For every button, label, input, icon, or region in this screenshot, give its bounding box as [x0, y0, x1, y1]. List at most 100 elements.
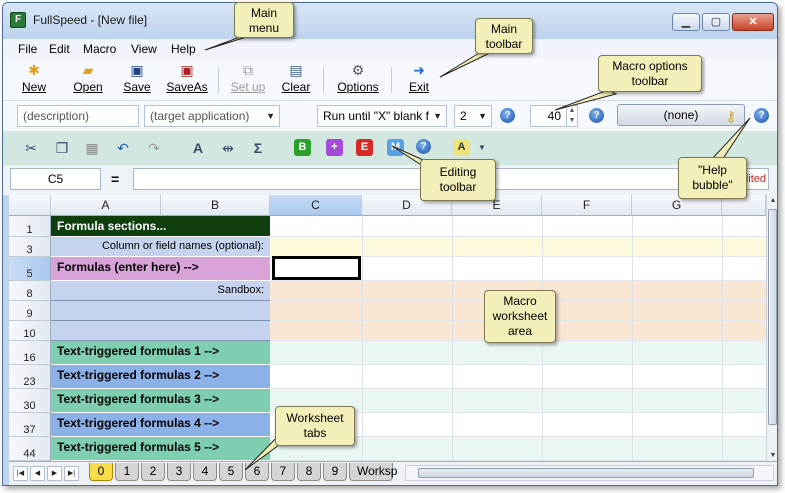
help-icon[interactable]: ?: [500, 108, 515, 123]
open-button[interactable]: ▰ Open: [68, 61, 108, 99]
paste-icon[interactable]: ▦: [83, 139, 101, 157]
section-label-cell[interactable]: Text-triggered formulas 4 -->: [51, 413, 270, 437]
exit-button[interactable]: ➜ Exit: [403, 61, 435, 99]
highlight-color-icon[interactable]: A: [453, 139, 470, 156]
row-cells[interactable]: [270, 341, 766, 365]
section-label-cell[interactable]: Sandbox:: [51, 281, 270, 301]
column-header-c[interactable]: C: [270, 195, 362, 216]
menu-file[interactable]: File: [18, 42, 37, 56]
chevron-down-icon[interactable]: ▼: [473, 139, 491, 157]
next-sheet-icon[interactable]: ▶: [47, 466, 62, 481]
title-bar: F FullSpeed - [New file] ▁ ▢ ✕: [3, 3, 777, 39]
column-header-a[interactable]: A: [51, 195, 161, 216]
column-width-icon[interactable]: ⇹: [219, 139, 237, 157]
setup-button[interactable]: ⧉ Set up: [225, 61, 271, 99]
section-label-cell[interactable]: Formulas (enter here) -->: [51, 257, 270, 281]
sheet-tab[interactable]: 5: [219, 463, 243, 481]
prev-sheet-icon[interactable]: ◀: [30, 466, 45, 481]
cut-icon[interactable]: ✂: [22, 139, 40, 157]
section-label-cell[interactable]: [51, 321, 270, 341]
row-cells[interactable]: [270, 365, 766, 389]
vertical-scrollbar[interactable]: ▲ ▼: [766, 195, 777, 461]
horizontal-scrollbar[interactable]: [405, 465, 774, 481]
section-m-icon[interactable]: M: [387, 139, 404, 156]
section-label-cell[interactable]: Text-triggered formulas 5 -->: [51, 437, 270, 461]
new-file-icon: ✱: [28, 62, 40, 78]
run-mode-select[interactable]: Run until "X" blank f ▼: [317, 105, 447, 127]
section-e-icon[interactable]: E: [356, 139, 373, 156]
sheet-tab[interactable]: Worksp: [349, 463, 397, 481]
selected-cell-c5[interactable]: [272, 256, 361, 280]
sheet-tab[interactable]: 9: [323, 463, 347, 481]
scroll-up-icon[interactable]: ▲: [767, 197, 777, 204]
sheet-tab[interactable]: 0: [89, 463, 113, 481]
scroll-thumb[interactable]: [768, 209, 777, 425]
clear-button[interactable]: ▤ Clear: [279, 61, 313, 99]
last-sheet-icon[interactable]: ▶|: [64, 466, 79, 481]
row-header[interactable]: 9: [9, 301, 51, 321]
help-icon[interactable]: ?: [416, 139, 431, 154]
close-button[interactable]: ✕: [732, 13, 774, 31]
sheet-tab[interactable]: 7: [271, 463, 295, 481]
description-input[interactable]: (description): [17, 105, 139, 127]
row-cells[interactable]: [270, 237, 766, 257]
row-cells[interactable]: [270, 216, 766, 237]
row-header[interactable]: 37: [9, 413, 51, 437]
section-label-cell[interactable]: Text-triggered formulas 1 -->: [51, 341, 270, 365]
scroll-down-icon[interactable]: ▼: [767, 452, 777, 459]
scroll-thumb[interactable]: [418, 468, 754, 478]
corner-header[interactable]: [9, 195, 51, 216]
row-header[interactable]: 8: [9, 281, 51, 301]
sheet-tab[interactable]: 2: [141, 463, 165, 481]
save-as-button[interactable]: ▣ SaveAs: [163, 61, 211, 99]
add-section-icon[interactable]: +: [326, 139, 343, 156]
sheet-tab[interactable]: 4: [193, 463, 217, 481]
section-label-cell[interactable]: Text-triggered formulas 3 -->: [51, 389, 270, 413]
undo-icon[interactable]: ↶: [114, 139, 132, 157]
row-header[interactable]: 10: [9, 321, 51, 341]
maximize-button[interactable]: ▢: [702, 13, 730, 31]
sheet-tab[interactable]: 8: [297, 463, 321, 481]
text-style-icon[interactable]: A: [189, 139, 207, 157]
repeat-count-select[interactable]: 2 ▼: [454, 105, 492, 127]
options-button[interactable]: ⚙ Options: [333, 61, 383, 99]
help-icon[interactable]: ?: [589, 108, 604, 123]
hotkey-button[interactable]: (none) ⚷: [617, 104, 745, 126]
target-application-select[interactable]: (target application) ▼: [144, 105, 280, 127]
first-sheet-icon[interactable]: |◀: [13, 466, 28, 481]
column-header-b[interactable]: B: [161, 195, 270, 216]
section-label-cell[interactable]: Text-triggered formulas 2 -->: [51, 365, 270, 389]
row-header[interactable]: 23: [9, 365, 51, 389]
menu-view[interactable]: View: [131, 42, 157, 56]
section-b-icon[interactable]: B: [294, 139, 311, 156]
sum-icon[interactable]: Σ: [249, 139, 267, 157]
row-header[interactable]: 3: [9, 237, 51, 257]
row-header[interactable]: 30: [9, 389, 51, 413]
sheet-tab[interactable]: 6: [245, 463, 269, 481]
speed-spin-buttons[interactable]: ▲ ▼: [566, 106, 577, 126]
open-folder-icon: ▰: [82, 62, 94, 78]
sheet-tab[interactable]: 3: [167, 463, 191, 481]
save-button[interactable]: ▣ Save: [119, 61, 155, 99]
section-label-cell[interactable]: [51, 301, 270, 321]
column-header-f[interactable]: F: [542, 195, 632, 216]
new-button[interactable]: ✱ New: [16, 61, 52, 99]
menu-help[interactable]: Help: [171, 42, 196, 56]
copy-icon[interactable]: ❐: [53, 139, 71, 157]
redo-icon[interactable]: ↷: [145, 139, 163, 157]
section-label-cell[interactable]: Column or field names (optional):: [51, 237, 270, 257]
exit-icon: ➜: [413, 62, 425, 78]
row-header[interactable]: 44: [9, 437, 51, 461]
row-header[interactable]: 5: [9, 257, 51, 281]
row-header[interactable]: 1: [9, 216, 51, 237]
menu-edit[interactable]: Edit: [49, 42, 70, 56]
help-bubble-icon[interactable]: ?: [754, 108, 769, 123]
sheet-tab[interactable]: 1: [115, 463, 139, 481]
menu-macro[interactable]: Macro: [83, 42, 116, 56]
row-header[interactable]: 16: [9, 341, 51, 365]
chevron-down-icon: ▼: [266, 111, 275, 121]
section-label-cell[interactable]: Formula sections...: [51, 216, 270, 237]
minimize-button[interactable]: ▁: [672, 13, 700, 31]
cell-reference-box[interactable]: C5: [10, 168, 101, 190]
save-disk-icon: ▣: [130, 62, 144, 78]
